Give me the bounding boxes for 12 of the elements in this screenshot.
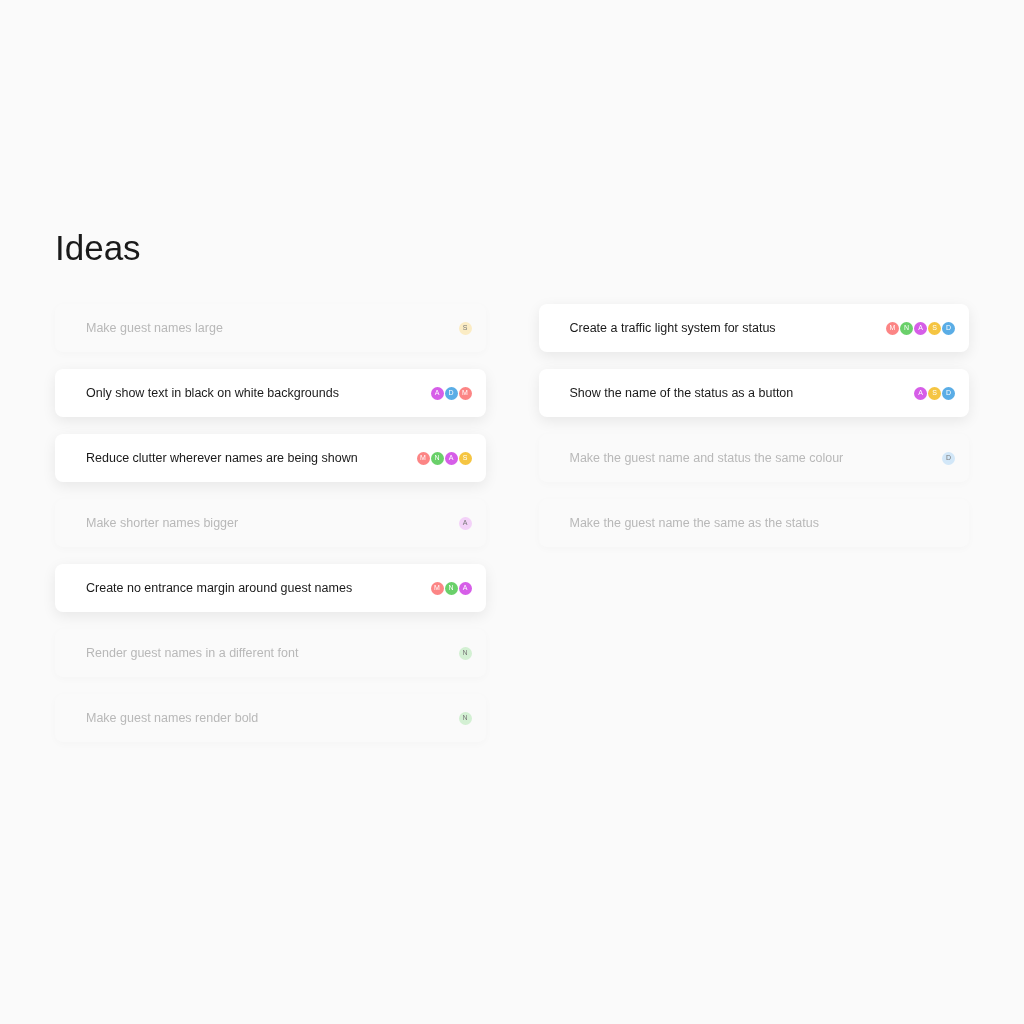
idea-text: Create no entrance margin around guest names (86, 579, 353, 597)
idea-text: Make the guest name and status the same colour (569, 449, 844, 467)
idea-text: Make the guest name the same as the status (569, 514, 819, 532)
idea-text: Reduce clutter wherever names are being shown (86, 449, 358, 467)
idea-text: Create a traffic light system for status (569, 319, 776, 337)
idea-text: Make guest names large (86, 319, 223, 337)
idea-text: Show the name of the status as a button (569, 384, 794, 402)
idea-text: Only show text in black on white backgrounds (86, 384, 339, 402)
idea-text: Make guest names render bold (86, 709, 259, 727)
idea-text: Make shorter names bigger (86, 514, 239, 532)
idea-text: Render guest names in a different font (86, 644, 299, 662)
page-title: Ideas (55, 227, 142, 269)
